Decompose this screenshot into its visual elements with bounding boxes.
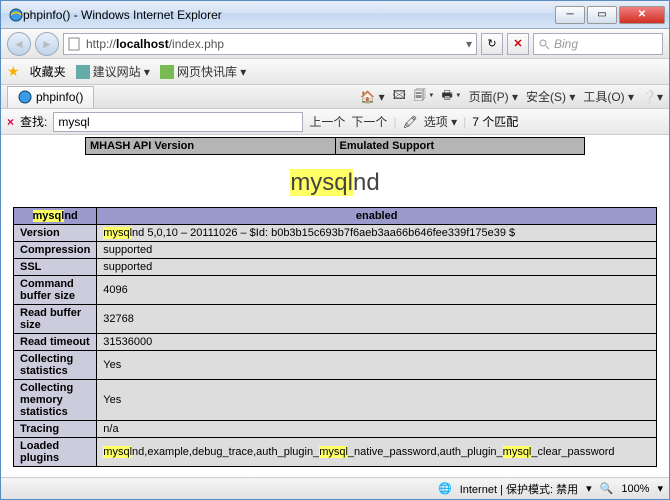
find-label: 查找: [20,113,47,130]
find-highlight-icon[interactable]: 🖍 [403,115,418,129]
titlebar: phpinfo() - Windows Internet Explorer ─ … [1,1,669,29]
table-row: Read buffer size32768 [14,305,657,334]
webslice-icon [160,65,174,79]
table-row: Compressionsupported [14,242,657,259]
table-row: Command buffer size4096 [14,276,657,305]
zone-text: Internet | 保护模式: 禁用 [460,481,578,497]
mhash-value: Emulated Support [335,138,585,155]
search-placeholder: Bing [554,37,578,51]
zone-icon: 🌐 [438,482,452,495]
find-close-button[interactable]: × [7,115,14,129]
page-icon [68,37,82,51]
addr-dropdown-icon[interactable]: ▾ [466,37,472,51]
tab-bar: phpinfo() 🏠 ▾ 🖾 🗐 ▾ 🖶 ▾ 页面(P) ▾ 安全(S) ▾ … [1,85,669,109]
mhash-label: MHASH API Version [86,138,336,155]
back-button[interactable]: ◄ [7,32,31,56]
address-bar[interactable]: http://localhost/index.php ▾ [63,33,477,55]
help-menu[interactable]: ❔▾ [642,86,663,107]
favorites-star-icon[interactable]: ★ [7,63,20,80]
table-row: Tracingn/a [14,421,657,438]
feeds-button[interactable]: 🖾 [393,86,406,107]
table-row: Read timeout31536000 [14,334,657,351]
window-buttons: ─ ▭ ✕ [553,6,665,24]
search-box[interactable]: Bing [533,33,663,55]
table-row: Versionmysqlnd 5,0,10 – 20111026 – $Id: … [14,225,657,242]
print-button[interactable]: 🖶 ▾ [442,86,461,107]
url-text: http://localhost/index.php [86,37,224,51]
table-row: Loaded pluginsmysqlnd,example,debug_trac… [14,438,657,467]
th-enabled: enabled [97,208,657,225]
window-title: phpinfo() - Windows Internet Explorer [23,8,553,22]
content-area[interactable]: MHASH API VersionEmulated Support mysqln… [1,135,669,477]
mail-button[interactable]: 🗐 ▾ [414,86,434,107]
table-row: Collecting statisticsYes [14,351,657,380]
find-next-button[interactable]: 下一个 [351,113,387,130]
forward-button[interactable]: ► [35,32,59,56]
tools-menu[interactable]: 工具(O) ▾ [583,86,634,107]
safety-menu[interactable]: 安全(S) ▾ [526,86,575,107]
find-options[interactable]: 选项 ▾ [424,113,457,130]
th-name: mysqlnd [14,208,97,225]
favorites-bar: ★ 收藏夹 建议网站 ▾ 网页快讯库 ▾ [1,59,669,85]
close-button[interactable]: ✕ [619,6,665,24]
fav-suggested[interactable]: 建议网站 ▾ [76,63,150,80]
mysqlnd-table: mysqlnd enabled Versionmysqlnd 5,0,10 – … [13,207,657,467]
ie-icon [18,90,32,104]
refresh-button[interactable]: ↻ [481,33,503,55]
find-input[interactable] [53,112,303,132]
command-bar: 🏠 ▾ 🖾 🗐 ▾ 🖶 ▾ 页面(P) ▾ 安全(S) ▾ 工具(O) ▾ ❔▾ [360,86,663,107]
stop-button[interactable]: ✕ [507,33,529,55]
zoom-icon[interactable]: 🔍 [600,482,614,495]
table-row: SSLsupported [14,259,657,276]
find-matches: 7 个匹配 [472,113,518,130]
ie-icon [9,8,23,22]
nav-row: ◄ ► http://localhost/index.php ▾ ↻ ✕ Bin… [1,29,669,59]
zoom-value: 100% [621,483,649,495]
window: phpinfo() - Windows Internet Explorer ─ … [0,0,670,500]
top-info-box: MHASH API VersionEmulated Support [85,137,585,155]
status-bar: 🌐 Internet | 保护模式: 禁用 ▾ 🔍 100% ▾ [1,477,669,499]
page-menu[interactable]: 页面(P) ▾ [469,86,518,107]
maximize-button[interactable]: ▭ [587,6,617,24]
zoom-dropdown-icon[interactable]: ▾ [657,482,663,495]
section-heading: mysqlnd [1,169,669,197]
minimize-button[interactable]: ─ [555,6,585,24]
favorites-label[interactable]: 收藏夹 [30,63,66,80]
fav-webslice[interactable]: 网页快讯库 ▾ [160,63,246,80]
tab-phpinfo[interactable]: phpinfo() [7,86,94,108]
sites-icon [76,65,90,79]
search-icon [538,38,550,50]
home-button[interactable]: 🏠 ▾ [360,86,384,107]
zone-dropdown-icon[interactable]: ▾ [586,482,592,495]
table-row: Collecting memory statisticsYes [14,380,657,421]
find-bar: × 查找: 上一个 下一个 | 🖍 选项 ▾ | 7 个匹配 [1,109,669,135]
find-prev-button[interactable]: 上一个 [309,113,345,130]
